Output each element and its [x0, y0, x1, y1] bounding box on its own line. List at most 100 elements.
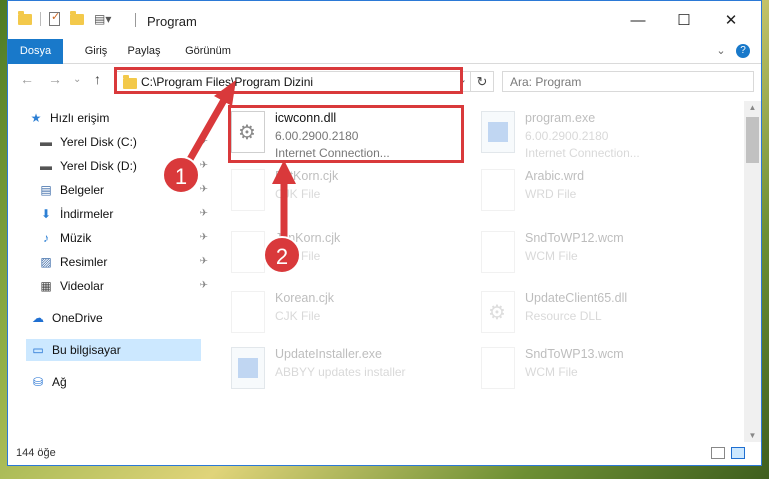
sidebar-item-label: Hızlı erişim	[50, 111, 110, 125]
pin-icon: ✈	[199, 160, 208, 171]
scroll-thumb[interactable]	[746, 117, 759, 163]
file-name: Korean.cjk	[275, 291, 335, 305]
explorer-window: ▤▾ Program — ☐ ✕ Dosya Giriş Paylaş Görü…	[7, 0, 762, 466]
sidebar-item-videos[interactable]: ▦ Videolar ✈	[38, 275, 208, 297]
navigation-pane: ★ Hızlı erişim ▬ Yerel Disk (C:) ✈ ▬ Yer…	[8, 101, 208, 441]
ribbon-tabs: Dosya Giriş Paylaş Görünüm ⌄ ?	[8, 39, 761, 91]
scroll-down-icon[interactable]: ▼	[744, 431, 761, 440]
file-icon	[231, 231, 265, 273]
list-item-estkorn[interactable]: EstKorn.cjk CJK File	[223, 163, 463, 215]
search-input[interactable]: Ara: Program	[502, 71, 754, 92]
maximize-button[interactable]: ☐	[661, 1, 707, 39]
expand-ribbon-icon[interactable]: ⌄	[714, 39, 728, 63]
pictures-icon: ▨	[40, 255, 52, 269]
tab-paylas[interactable]: Paylaş	[124, 39, 164, 63]
help-icon[interactable]: ?	[736, 44, 750, 58]
close-button[interactable]: ✕	[708, 1, 754, 39]
refresh-button[interactable]: ↻	[470, 72, 493, 91]
sidebar-item-quick-access[interactable]: ★ Hızlı erişim	[28, 107, 208, 129]
exe-file-icon	[481, 111, 515, 153]
scroll-up-icon[interactable]: ▲	[744, 103, 761, 112]
divider	[135, 13, 136, 27]
pin-icon: ✈	[199, 184, 208, 195]
forward-button[interactable]: →	[48, 71, 62, 87]
file-description: Internet Connection...	[525, 146, 640, 160]
title-bar: ▤▾ Program — ☐ ✕	[8, 1, 761, 39]
file-name: UpdateInstaller.exe	[275, 347, 383, 361]
sidebar-item-label: Belgeler	[60, 183, 105, 197]
sidebar-item-pictures[interactable]: ▨ Resimler ✈	[38, 251, 208, 273]
list-item-program-exe[interactable]: program.exe 6.00.2900.2180 Internet Conn…	[473, 105, 713, 160]
sidebar-item-downloads[interactable]: ⬇ İndirmeler ✈	[38, 203, 208, 225]
list-item-updateclient65[interactable]: UpdateClient65.dll Resource DLL	[473, 285, 713, 337]
file-icon	[481, 231, 515, 273]
sidebar-item-music[interactable]: ♪ Müzik ✈	[38, 227, 208, 249]
list-item-arabic[interactable]: Arabic.wrd WRD File	[473, 163, 713, 215]
list-item-korean[interactable]: Korean.cjk CJK File	[223, 285, 463, 337]
sidebar-item-disk-c[interactable]: ▬ Yerel Disk (C:) ✈	[38, 131, 208, 153]
list-item-jpnkorn[interactable]: JpnKorn.cjk CJK File	[223, 225, 463, 277]
computer-icon: ▭	[32, 343, 44, 357]
status-bar: 144 öğe	[8, 443, 761, 465]
divider	[40, 12, 41, 26]
file-type: WRD File	[525, 187, 577, 201]
list-item-updateinstaller[interactable]: UpdateInstaller.exe ABBYY updates instal…	[223, 341, 463, 393]
documents-icon: ▤	[40, 183, 52, 197]
file-type: CJK File	[275, 187, 321, 201]
sidebar-item-this-pc[interactable]: ▭ Bu bilgisayar	[26, 339, 201, 361]
search-placeholder: Ara: Program	[510, 75, 582, 89]
sidebar-item-label: Bu bilgisayar	[52, 343, 121, 357]
customize-toolbar-icon[interactable]: ▤▾	[94, 12, 111, 26]
list-item-sndtowp13[interactable]: SndToWP13.wcm WCM File	[473, 341, 713, 393]
large-icons-view-icon[interactable]	[731, 447, 745, 459]
file-version: 6.00.2900.2180	[525, 129, 609, 143]
window-title: Program	[147, 14, 197, 29]
sidebar-item-label: Yerel Disk (D:)	[60, 159, 137, 173]
recent-locations-button[interactable]: ⌄	[73, 74, 81, 85]
star-icon: ★	[30, 111, 42, 125]
drive-icon: ▬	[40, 159, 52, 173]
cloud-icon: ☁	[32, 311, 44, 325]
sidebar-item-network[interactable]: ⛁ Ağ	[30, 371, 208, 393]
details-view-icon[interactable]	[711, 447, 725, 459]
list-item-sndtowp12[interactable]: SndToWP12.wcm WCM File	[473, 225, 713, 277]
file-name: UpdateClient65.dll	[525, 291, 628, 305]
address-highlight-box	[114, 67, 463, 94]
file-icon	[481, 169, 515, 211]
tab-gorunum[interactable]: Görünüm	[178, 39, 238, 63]
download-icon: ⬇	[40, 207, 52, 221]
network-icon: ⛁	[32, 375, 44, 389]
file-name: program.exe	[525, 111, 596, 125]
new-folder-icon[interactable]	[70, 10, 84, 25]
sidebar-item-label: Müzik	[60, 231, 92, 245]
file-icon	[481, 347, 515, 389]
pin-icon: ✈	[199, 256, 208, 267]
step-2-badge: 2	[263, 236, 301, 274]
dll-file-icon	[481, 291, 515, 333]
sidebar-item-label: OneDrive	[52, 311, 103, 325]
file-type: WCM File	[525, 365, 578, 379]
file-name: EstKorn.cjk	[275, 169, 339, 183]
pin-icon: ✈	[199, 208, 208, 219]
pin-icon: ✈	[199, 136, 208, 147]
file-name: SndToWP13.wcm	[525, 347, 624, 361]
file-type: CJK File	[275, 309, 321, 323]
step-1-badge: 1	[162, 156, 200, 194]
pin-icon: ✈	[199, 232, 208, 243]
file-highlight-box	[228, 105, 464, 163]
file-type: ABBYY updates installer	[275, 365, 406, 379]
properties-icon[interactable]	[49, 10, 60, 26]
file-name: SndToWP12.wcm	[525, 231, 624, 245]
up-button[interactable]: ↑	[94, 71, 101, 87]
tab-giris[interactable]: Giriş	[76, 39, 116, 63]
sidebar-item-label: Ağ	[52, 375, 67, 389]
file-name: Arabic.wrd	[525, 169, 585, 183]
minimize-button[interactable]: —	[615, 1, 661, 39]
vertical-scrollbar[interactable]: ▲ ▼	[744, 101, 761, 442]
sidebar-item-label: Resimler	[60, 255, 108, 269]
sidebar-item-label: İndirmeler	[60, 207, 114, 221]
video-icon: ▦	[40, 279, 52, 293]
music-icon: ♪	[43, 231, 49, 245]
back-button[interactable]: ←	[20, 71, 34, 87]
sidebar-item-onedrive[interactable]: ☁ OneDrive	[30, 307, 208, 329]
